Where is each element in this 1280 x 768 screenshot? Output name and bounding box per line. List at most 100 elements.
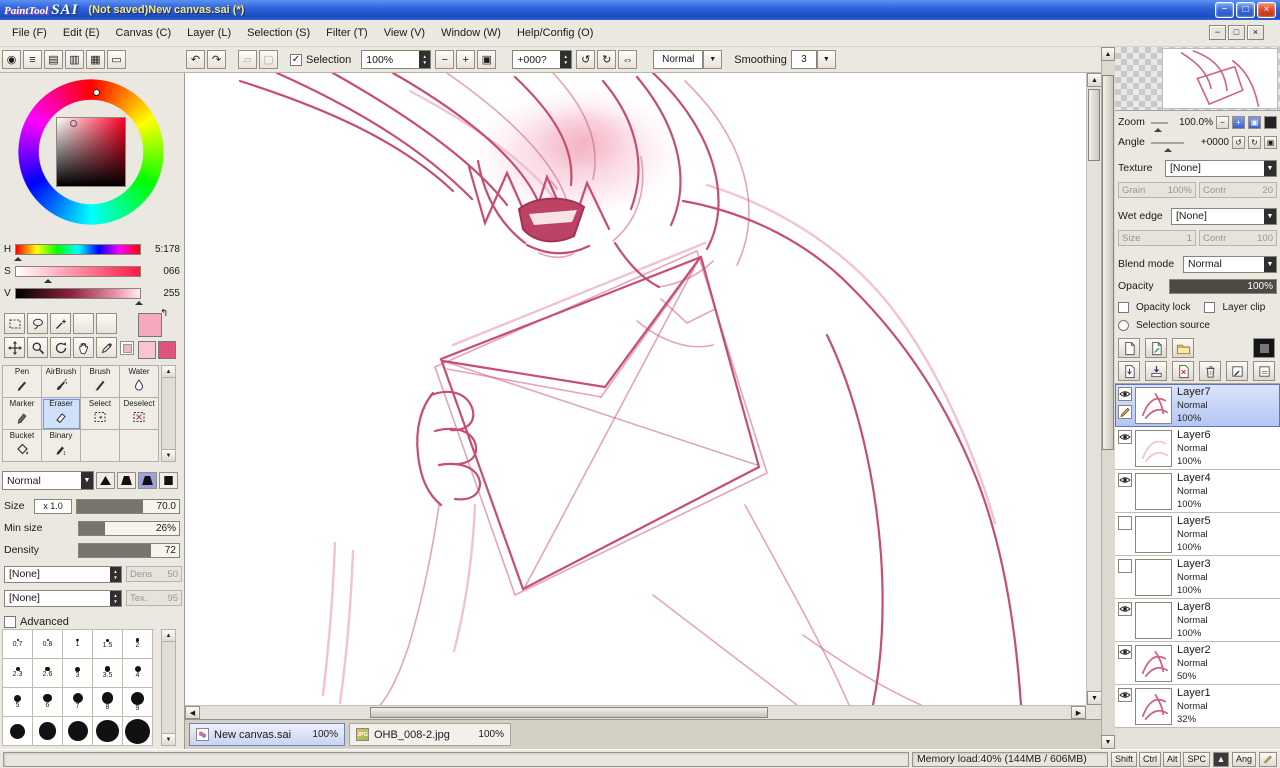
brush-size-cell[interactable] — [123, 717, 153, 746]
size-palette-scrollbar[interactable]: ▲ ▼ — [161, 629, 176, 746]
layer-thumbnail[interactable] — [1135, 516, 1172, 553]
transfer-down-button[interactable] — [1118, 361, 1140, 381]
advanced-checkbox[interactable] — [4, 616, 16, 628]
layer-visibility-eye-icon[interactable] — [1118, 430, 1132, 444]
nav-zoom-in-button[interactable]: + — [1232, 115, 1245, 129]
tip-triangle-button[interactable] — [96, 472, 115, 489]
window-minimize-button[interactable]: − — [1215, 2, 1234, 18]
mdi-minimize-button[interactable]: − — [1209, 25, 1226, 40]
layer-visibility-eye-icon[interactable] — [1118, 602, 1132, 616]
brush-size-cell[interactable]: 4 — [123, 659, 153, 688]
brush-size-cell[interactable]: 3.5 — [93, 659, 123, 688]
mdi-close-button[interactable]: × — [1247, 25, 1264, 40]
brush-texture-combo[interactable]: [None] ▲ ▼ — [4, 565, 122, 583]
brush-size-cell[interactable]: 1 — [63, 630, 93, 659]
tool-deselect-button[interactable]: Deselect — [120, 398, 159, 430]
menu-item-help[interactable]: Help/Config (O) — [509, 21, 601, 46]
brush-size-cell[interactable]: 9 — [123, 688, 153, 717]
blank-tool-button[interactable] — [96, 313, 117, 334]
hue-ring-marker[interactable] — [93, 89, 100, 96]
nav-angle-slider[interactable] — [1151, 141, 1184, 152]
layer-visibility-checkbox[interactable] — [1118, 559, 1132, 573]
blend-mode-dropdown-icon[interactable]: ▼ — [1264, 256, 1276, 272]
nav-zoom-slider[interactable] — [1151, 121, 1168, 132]
move-icon[interactable] — [4, 337, 25, 358]
tip-trapezoid-button[interactable] — [117, 472, 136, 489]
brush-size-cell[interactable]: 7 — [63, 688, 93, 717]
brush-size-cell[interactable]: 0.8 — [33, 630, 63, 659]
brush-size-cell[interactable]: 2.3 — [3, 659, 33, 688]
merge-down-button[interactable] — [1145, 361, 1167, 381]
new-lineart-layer-button[interactable] — [1145, 338, 1167, 358]
tool-eraser-button[interactable]: Eraser — [42, 398, 81, 430]
tool-select-button[interactable]: Select — [81, 398, 120, 430]
brush-effect-combo[interactable]: [None] ▲ ▼ — [4, 589, 122, 607]
layer-thumbnail[interactable] — [1135, 602, 1172, 639]
swatch-list-icon[interactable]: ▥ — [65, 49, 84, 69]
scroll-right-icon[interactable]: ▶ — [1071, 706, 1086, 719]
zoom-icon[interactable] — [27, 337, 48, 358]
selection-source-radio[interactable] — [1118, 319, 1129, 331]
layer-row-layer2[interactable]: Layer2 Normal 50% — [1115, 642, 1280, 685]
brush-size-cell[interactable] — [33, 717, 63, 746]
brush-mode-combo[interactable]: Normal ▼ — [2, 471, 94, 490]
menu-item-layer[interactable]: Layer (L) — [179, 21, 239, 46]
mask-button[interactable] — [1253, 338, 1275, 358]
window-close-button[interactable]: × — [1257, 2, 1276, 18]
hue-slider[interactable] — [14, 243, 141, 261]
layer-row-layer3[interactable]: Layer3 Normal 100% — [1115, 556, 1280, 599]
screen-mode-button[interactable] — [1264, 115, 1277, 129]
angle-snap-button[interactable]: Ang — [1231, 751, 1256, 767]
eyedropper-icon[interactable] — [96, 337, 117, 358]
brush-size-cell[interactable] — [63, 717, 93, 746]
scroll-up-icon[interactable]: ▲ — [1101, 47, 1115, 61]
brush-size-cell[interactable]: 5 — [3, 688, 33, 717]
zoom-fit-button[interactable]: ▣ — [477, 50, 497, 69]
tool-binary-button[interactable]: Binary 1 — [42, 430, 81, 462]
layer-row-layer8[interactable]: Layer8 Normal 100% — [1115, 599, 1280, 642]
tool-bucket-button[interactable]: Bucket — [3, 430, 42, 462]
tool-marker-button[interactable]: Marker — [3, 398, 42, 430]
layer-clip-checkbox[interactable] — [1204, 301, 1216, 313]
selection-copy-button[interactable]: ▢ — [259, 50, 278, 69]
layer-row-layer6[interactable]: Layer6 Normal 100% — [1115, 427, 1280, 470]
scroll-up-icon[interactable]: ▲ — [162, 630, 175, 642]
scroll-down-icon[interactable]: ▼ — [162, 449, 175, 461]
rotate-combo[interactable]: +000? ▲ ▼ — [512, 50, 573, 69]
scroll-up-icon[interactable]: ▲ — [162, 366, 175, 378]
scroll-up-icon[interactable]: ▲ — [1087, 73, 1102, 87]
mdi-restore-button[interactable]: □ — [1228, 25, 1245, 40]
redo-button[interactable]: ↷ — [207, 50, 226, 69]
pen-edit-icon[interactable] — [1259, 751, 1277, 767]
secondary-color-swatch[interactable] — [138, 341, 156, 359]
layer-visibility-checkbox[interactable] — [1118, 516, 1132, 530]
tertiary-color-swatch[interactable] — [158, 341, 176, 359]
layer-row-layer4[interactable]: Layer4 Normal 100% — [1115, 470, 1280, 513]
brush-size-cell[interactable]: 2.6 — [33, 659, 63, 688]
layer-thumbnail[interactable] — [1135, 645, 1172, 682]
swatch-grid-icon[interactable]: ▤ — [44, 49, 63, 69]
canvas-tab-1[interactable]: New canvas.sai 100% — [189, 723, 345, 746]
smoothing-value-box[interactable]: 3 — [790, 50, 817, 69]
flip-button[interactable]: ⇔ — [618, 50, 638, 69]
value-slider[interactable] — [15, 287, 143, 305]
zoom-combo[interactable]: 100% ▲ ▼ — [361, 50, 432, 69]
layer-thumbnail[interactable] — [1135, 688, 1172, 725]
brush-mode-dropdown-icon[interactable]: ▼ — [81, 472, 93, 489]
canvas-drawing[interactable] — [185, 73, 1086, 705]
magic-wand-icon[interactable] — [50, 313, 71, 334]
size-unit-box[interactable]: x 1.0 — [34, 498, 72, 514]
layer-row-layer7[interactable]: Layer7 Normal 100% — [1115, 384, 1280, 427]
layer-row-layer5[interactable]: Layer5 Normal 100% — [1115, 513, 1280, 556]
brush-size-cell[interactable]: 3 — [63, 659, 93, 688]
rect-select-icon[interactable] — [4, 313, 25, 334]
menu-item-edit[interactable]: Edit (E) — [55, 21, 108, 46]
tool-brush-button[interactable]: Brush — [81, 366, 120, 398]
brush-effect-spinner[interactable]: ▲ ▼ — [110, 590, 121, 606]
modifier-key-ctrl[interactable]: Ctrl — [1138, 751, 1161, 767]
layer-visibility-eye-icon[interactable] — [1118, 473, 1132, 487]
vertical-scroll-thumb[interactable] — [1088, 89, 1100, 161]
layer-thumbnail[interactable] — [1135, 473, 1172, 510]
density-slider[interactable]: 72 — [78, 542, 180, 558]
rgb-sliders-icon[interactable]: ≡ — [23, 50, 42, 70]
